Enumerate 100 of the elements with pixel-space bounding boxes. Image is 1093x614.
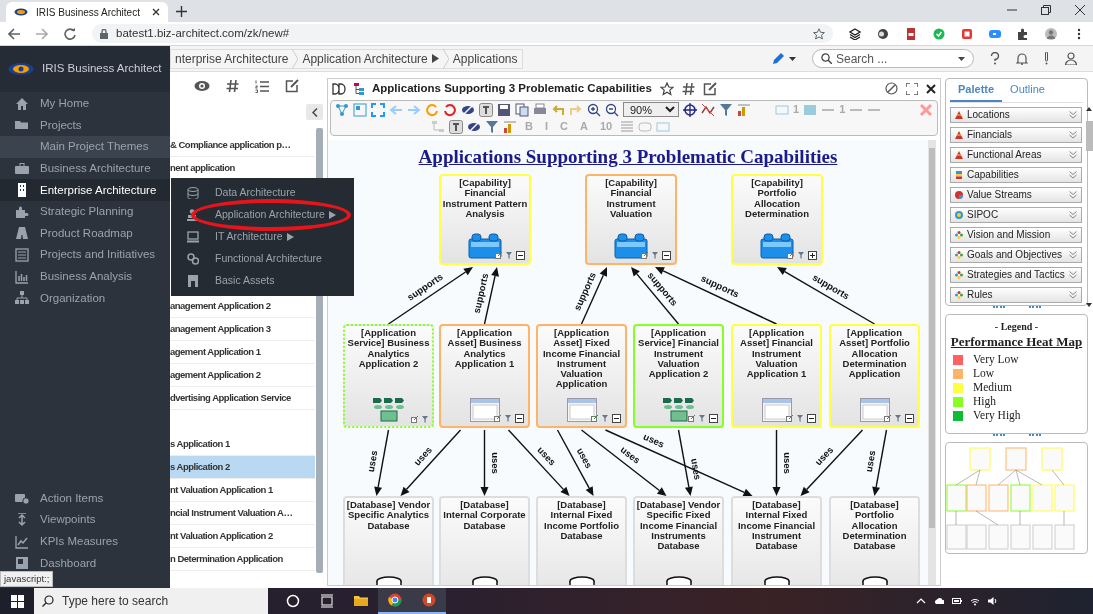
database-node[interactable]: [Database] Internal Fixed Income Portfolio Database xyxy=(536,496,627,585)
bell-icon[interactable] xyxy=(1016,52,1028,65)
eye-icon[interactable] xyxy=(194,80,210,92)
collapse-button[interactable] xyxy=(306,104,323,120)
link-icon[interactable] xyxy=(688,415,695,422)
filter-icon[interactable] xyxy=(652,252,658,259)
database-node[interactable]: [Database] Internal Corporate Database xyxy=(439,496,530,585)
database-node[interactable]: [Database] Vendor Specific Analytics Database xyxy=(343,496,434,585)
link-icon[interactable] xyxy=(787,252,794,259)
splitter-handle[interactable] xyxy=(1028,434,1041,437)
caret-up-icon[interactable] xyxy=(916,596,926,606)
scroll-down-icon[interactable] xyxy=(1086,302,1093,307)
hide-icon[interactable] xyxy=(467,119,481,134)
browser-tab[interactable]: IRIS Business Architect xyxy=(6,2,168,22)
chart-icon[interactable] xyxy=(737,102,751,117)
link-icon[interactable] xyxy=(786,415,793,422)
filter-icon[interactable] xyxy=(797,415,803,422)
layout-icon[interactable] xyxy=(353,102,367,117)
submenu-item[interactable]: Data Architecture xyxy=(215,185,296,201)
browser-icon[interactable] xyxy=(388,593,402,607)
sidebar-item[interactable]: Strategic Planning xyxy=(0,200,170,223)
zoom-out-icon[interactable] xyxy=(605,102,619,117)
application-service-node[interactable]: [Application Service] Financial Instrument Valuation Application 2 xyxy=(633,324,724,428)
breadcrumb-link[interactable]: Application Architecture xyxy=(298,49,443,68)
breadcrumb-link[interactable]: Applications xyxy=(448,49,522,68)
network-icon[interactable] xyxy=(335,102,349,117)
database-node[interactable]: [Database] Portfolio Allocation Determination Database xyxy=(829,496,920,585)
link-icon[interactable] xyxy=(641,252,648,259)
star-icon[interactable] xyxy=(813,27,825,40)
filter-icon[interactable] xyxy=(485,119,499,134)
cloud-icon[interactable] xyxy=(934,596,944,606)
close-icon[interactable] xyxy=(152,8,160,16)
sidebar-item[interactable]: Enterprise Architecture xyxy=(0,179,170,201)
user-icon[interactable] xyxy=(1065,52,1077,65)
fit-icon[interactable] xyxy=(371,102,385,117)
collapse-icon[interactable] xyxy=(516,251,525,260)
hash-icon[interactable] xyxy=(226,79,239,93)
close-icon[interactable] xyxy=(1075,5,1085,15)
square-icon[interactable] xyxy=(961,27,973,40)
zoom-select[interactable]: 90% xyxy=(623,102,679,117)
camera-icon[interactable] xyxy=(989,27,1001,40)
fullscreen-icon[interactable] xyxy=(906,82,918,95)
palette-item[interactable]: Capabilities xyxy=(950,166,1082,183)
sidebar-item[interactable]: Viewpoints xyxy=(0,509,170,531)
alert-icon[interactable] xyxy=(1044,52,1049,65)
zoom-in-icon[interactable] xyxy=(587,102,601,117)
sidebar-item[interactable]: Projects xyxy=(0,114,170,137)
collapse-icon[interactable] xyxy=(612,414,621,423)
sidebar-item[interactable]: My Home xyxy=(0,93,170,115)
list-item[interactable]: & Compliance application p… xyxy=(170,134,315,157)
list-item[interactable]: agement Application 1 xyxy=(170,341,315,364)
text-icon[interactable] xyxy=(449,119,463,134)
collapse-icon[interactable] xyxy=(709,414,718,423)
splitter-handle[interactable] xyxy=(992,434,1005,437)
list-item[interactable]: ncial Instrument Valuation A… xyxy=(170,502,315,525)
filter-icon[interactable] xyxy=(505,415,511,422)
print-icon[interactable] xyxy=(533,102,547,117)
plus-icon[interactable] xyxy=(176,5,187,17)
link-off-icon[interactable] xyxy=(701,102,715,117)
application-node[interactable]: [Application Asset] Fixed Income Financial Instrument Valuation Application xyxy=(536,324,627,428)
list-item[interactable]: anagement Application 3 xyxy=(170,318,315,341)
palette-item[interactable]: Functional Areas xyxy=(950,146,1082,163)
taskbar-search-field[interactable]: Type here to search xyxy=(34,588,268,614)
filter-icon[interactable] xyxy=(506,252,512,259)
wifi-icon[interactable] xyxy=(970,596,980,606)
collapse-icon[interactable] xyxy=(905,414,914,423)
help-icon[interactable] xyxy=(990,52,1000,65)
list-item[interactable]: dvertising Application Service xyxy=(170,387,315,410)
list-item[interactable]: s Application 2 xyxy=(170,456,315,479)
panel-tab[interactable]: Outline xyxy=(1002,79,1053,102)
sidebar-item[interactable]: Main Project Themes xyxy=(0,136,170,158)
search-field[interactable]: Search ... xyxy=(812,49,974,68)
presentation-icon[interactable] xyxy=(422,593,436,607)
palette-item[interactable]: Strategies and Tactics xyxy=(950,266,1082,283)
filter-icon[interactable] xyxy=(699,415,705,422)
edit-icon[interactable] xyxy=(285,79,299,93)
submenu-item[interactable]: Application Architecture xyxy=(215,207,336,223)
application-service-node[interactable]: [Application Service] Business Analytics Application 2 xyxy=(343,324,434,428)
hide-icon[interactable] xyxy=(461,102,475,117)
collapse-icon[interactable] xyxy=(807,414,816,423)
sidebar-item[interactable]: Projects and Initiatives xyxy=(0,244,170,266)
link-icon[interactable] xyxy=(411,416,418,423)
panel-tab[interactable]: Palette xyxy=(950,79,1003,102)
palette-item[interactable]: Vision and Mission xyxy=(950,226,1082,243)
palette-item[interactable]: Value Streams xyxy=(950,186,1082,203)
splitter-handle[interactable] xyxy=(992,306,1005,309)
filter-icon[interactable] xyxy=(719,102,733,117)
sidebar-item[interactable]: Business Architecture xyxy=(0,157,170,180)
speaker-icon[interactable] xyxy=(988,596,998,606)
application-node[interactable]: [Application Asset] Financial Instrument Valuation Application 1 xyxy=(731,324,822,428)
database-node[interactable]: [Database] Internal Fixed Income Financial Instrument Database xyxy=(731,496,822,585)
folder-icon[interactable] xyxy=(354,594,368,608)
database-node[interactable]: [Database] Vendor Specific Fixed Income Financial Instruments Database xyxy=(633,496,724,585)
collapse-icon[interactable] xyxy=(515,414,524,423)
no-link-icon[interactable] xyxy=(885,82,898,95)
link-icon[interactable] xyxy=(884,415,891,422)
palette-item[interactable]: Financials xyxy=(950,126,1082,143)
filter-icon[interactable] xyxy=(602,415,608,422)
list-item[interactable]: anagement Application 2 xyxy=(170,295,315,318)
star-icon[interactable] xyxy=(659,81,674,96)
